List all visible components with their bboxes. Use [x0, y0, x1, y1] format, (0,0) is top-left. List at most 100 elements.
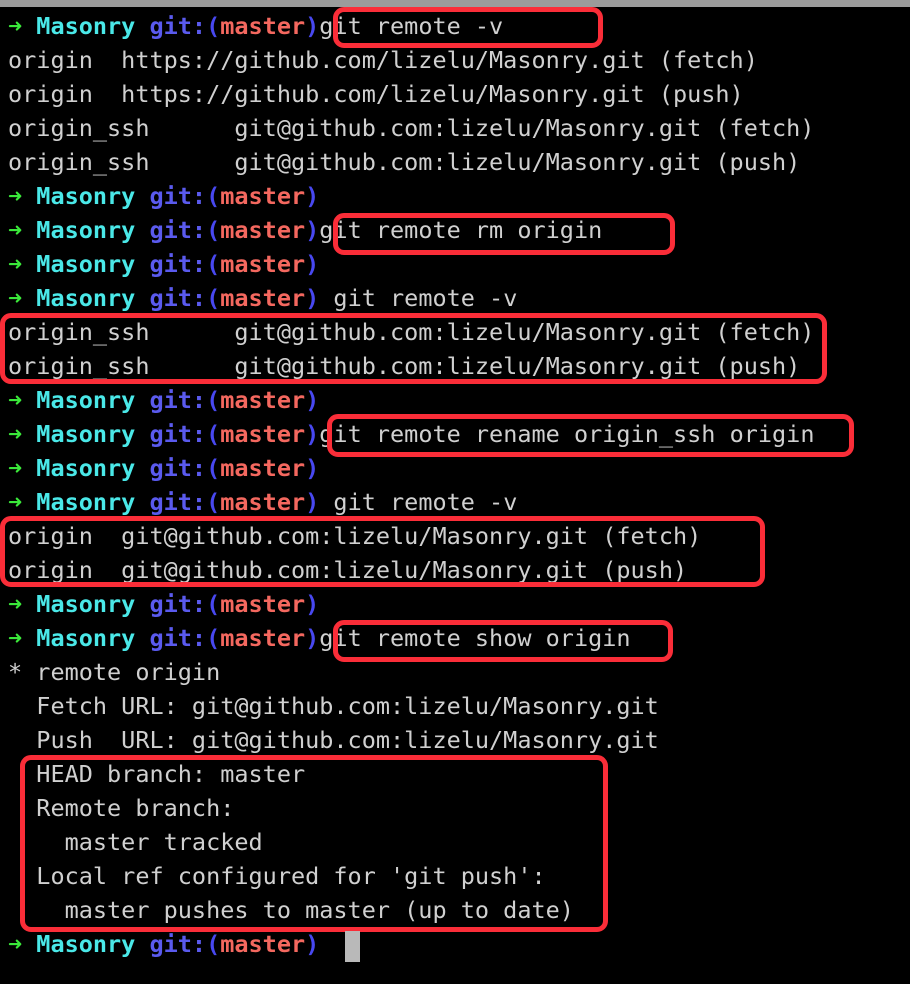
- terminal-output-text: Fetch URL: git@github.com:lizelu/Masonry…: [8, 692, 659, 720]
- terminal-command-text[interactable]: git remote show origin: [319, 624, 630, 652]
- terminal-prompt-line[interactable]: ➜ Masonry git:(master): [8, 383, 319, 417]
- prompt-git-label: git:: [149, 250, 207, 278]
- prompt-arrow-icon: ➜: [8, 930, 37, 958]
- prompt-branch-name: master: [220, 386, 306, 414]
- prompt-repo-name: Masonry: [36, 454, 150, 482]
- terminal-command-text[interactable]: git remote -v: [319, 12, 503, 40]
- terminal-prompt-line[interactable]: ➜ Masonry git:(master)git remote rename …: [8, 417, 814, 451]
- prompt-branch-name: master: [220, 454, 306, 482]
- terminal-output-text: Remote branch:: [8, 794, 235, 822]
- terminal-prompt-line[interactable]: ➜ Masonry git:(master) git remote -v: [8, 485, 517, 519]
- terminal-prompt-line[interactable]: ➜ Masonry git:(master): [8, 247, 319, 281]
- prompt-repo-name: Masonry: [36, 250, 150, 278]
- terminal-command-text[interactable]: git remote rename origin_ssh origin: [319, 420, 814, 448]
- prompt-branch-name: master: [220, 488, 306, 516]
- prompt-branch-name: master: [220, 250, 306, 278]
- prompt-branch-name: master: [220, 590, 306, 618]
- terminal-output-text: origin https://github.com/lizelu/Masonry…: [8, 46, 758, 74]
- prompt-branch-name: master: [220, 284, 306, 312]
- terminal-output-area[interactable]: ➜ Masonry git:(master)git remote -v origi…: [0, 7, 910, 984]
- terminal-prompt-line[interactable]: ➜ Masonry git:(master): [8, 587, 319, 621]
- terminal-command-text[interactable]: git remote rm origin: [319, 216, 602, 244]
- prompt-close-paren: ): [305, 386, 320, 414]
- prompt-git-label: git:: [149, 284, 207, 312]
- terminal-prompt-line[interactable]: ➜ Masonry git:(master): [8, 179, 319, 213]
- prompt-close-paren: ): [305, 488, 320, 516]
- prompt-branch-name: master: [220, 182, 306, 210]
- terminal-output-line: master pushes to master (up to date): [8, 893, 574, 927]
- terminal-prompt-line[interactable]: ➜ Masonry git:(master): [8, 927, 319, 961]
- terminal-output-text: master tracked: [8, 828, 263, 856]
- prompt-arrow-icon: ➜: [8, 624, 37, 652]
- prompt-arrow-icon: ➜: [8, 182, 37, 210]
- prompt-arrow-icon: ➜: [8, 590, 37, 618]
- terminal-command-text[interactable]: git remote -v: [319, 488, 517, 516]
- terminal-output-line: origin_ssh git@github.com:lizelu/Masonry…: [8, 145, 800, 179]
- prompt-arrow-icon: ➜: [8, 420, 37, 448]
- prompt-arrow-icon: ➜: [8, 488, 37, 516]
- prompt-close-paren: ): [305, 454, 320, 482]
- prompt-git-label: git:: [149, 590, 207, 618]
- prompt-git-label: git:: [149, 216, 207, 244]
- prompt-branch-name: master: [220, 930, 306, 958]
- prompt-open-paren: (: [206, 216, 221, 244]
- prompt-close-paren: ): [305, 624, 320, 652]
- prompt-arrow-icon: ➜: [8, 12, 37, 40]
- prompt-close-paren: ): [305, 182, 320, 210]
- terminal-output-text: origin git@github.com:lizelu/Masonry.git…: [8, 556, 688, 584]
- terminal-prompt-line[interactable]: ➜ Masonry git:(master)git remote -v: [8, 9, 503, 43]
- terminal-output-line: origin https://github.com/lizelu/Masonry…: [8, 77, 744, 111]
- prompt-open-paren: (: [206, 420, 221, 448]
- prompt-arrow-icon: ➜: [8, 454, 37, 482]
- terminal-window: ➜ Masonry git:(master)git remote -v origi…: [0, 0, 910, 984]
- terminal-output-text: origin_ssh git@github.com:lizelu/Masonry…: [8, 318, 815, 346]
- prompt-git-label: git:: [149, 420, 207, 448]
- terminal-output-text: master pushes to master (up to date): [8, 896, 574, 924]
- prompt-arrow-icon: ➜: [8, 216, 37, 244]
- prompt-repo-name: Masonry: [36, 386, 150, 414]
- prompt-branch-name: master: [220, 420, 306, 448]
- prompt-open-paren: (: [206, 624, 221, 652]
- prompt-close-paren: ): [305, 590, 320, 618]
- terminal-output-line: origin_ssh git@github.com:lizelu/Masonry…: [8, 349, 800, 383]
- prompt-git-label: git:: [149, 454, 207, 482]
- prompt-arrow-icon: ➜: [8, 386, 37, 414]
- prompt-open-paren: (: [206, 590, 221, 618]
- terminal-prompt-line[interactable]: ➜ Masonry git:(master)git remote show or…: [8, 621, 631, 655]
- prompt-git-label: git:: [149, 386, 207, 414]
- prompt-branch-name: master: [220, 216, 306, 244]
- prompt-branch-name: master: [220, 12, 306, 40]
- terminal-prompt-line[interactable]: ➜ Masonry git:(master) git remote -v: [8, 281, 517, 315]
- terminal-output-text: Push URL: git@github.com:lizelu/Masonry.…: [8, 726, 659, 754]
- terminal-output-text: origin_ssh git@github.com:lizelu/Masonry…: [8, 114, 815, 142]
- terminal-output-text: origin https://github.com/lizelu/Masonry…: [8, 80, 744, 108]
- terminal-output-text: origin git@github.com:lizelu/Masonry.git…: [8, 522, 702, 550]
- prompt-open-paren: (: [206, 12, 221, 40]
- prompt-repo-name: Masonry: [36, 284, 150, 312]
- prompt-open-paren: (: [206, 454, 221, 482]
- prompt-repo-name: Masonry: [36, 930, 150, 958]
- terminal-output-line: origin git@github.com:lizelu/Masonry.git…: [8, 553, 687, 587]
- terminal-output-text: origin_ssh git@github.com:lizelu/Masonry…: [8, 352, 801, 380]
- terminal-prompt-line[interactable]: ➜ Masonry git:(master)git remote rm orig…: [8, 213, 602, 247]
- prompt-repo-name: Masonry: [36, 182, 150, 210]
- terminal-output-line: origin https://github.com/lizelu/Masonry…: [8, 43, 758, 77]
- prompt-git-label: git:: [149, 930, 207, 958]
- terminal-prompt-line[interactable]: ➜ Masonry git:(master): [8, 451, 319, 485]
- prompt-close-paren: ): [305, 250, 320, 278]
- prompt-open-paren: (: [206, 930, 221, 958]
- prompt-open-paren: (: [206, 488, 221, 516]
- prompt-open-paren: (: [206, 386, 221, 414]
- prompt-repo-name: Masonry: [36, 488, 150, 516]
- window-titlebar: [0, 0, 910, 7]
- prompt-arrow-icon: ➜: [8, 284, 37, 312]
- prompt-close-paren: ): [305, 12, 320, 40]
- prompt-open-paren: (: [206, 182, 221, 210]
- prompt-open-paren: (: [206, 250, 221, 278]
- prompt-git-label: git:: [149, 182, 207, 210]
- prompt-close-paren: ): [305, 930, 320, 958]
- prompt-close-paren: ): [305, 216, 320, 244]
- terminal-command-text[interactable]: git remote -v: [319, 284, 517, 312]
- prompt-close-paren: ): [305, 284, 320, 312]
- terminal-output-line: origin git@github.com:lizelu/Masonry.git…: [8, 519, 701, 553]
